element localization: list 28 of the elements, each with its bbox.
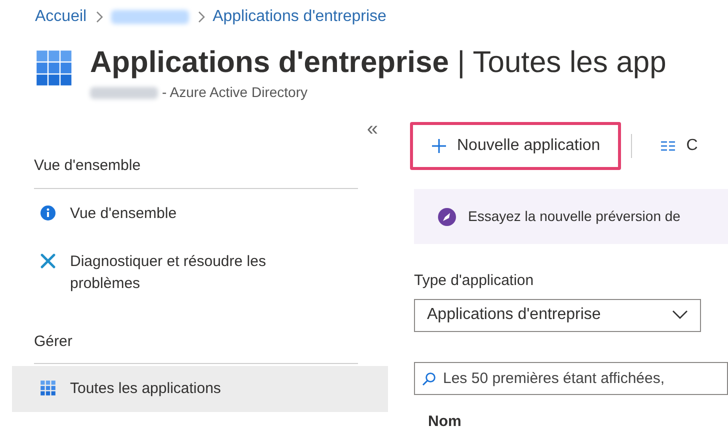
grid-icon (40, 380, 56, 396)
grid-icon (36, 50, 72, 86)
info-icon (40, 204, 56, 220)
sidebar-item[interactable]: Vue d'ensemble (12, 190, 388, 236)
breadcrumb-link[interactable]: Accueil (35, 5, 87, 29)
application-type-dropdown[interactable]: Applications d'entreprise (414, 298, 701, 332)
banner-text: Essayez la nouvelle préversion de (468, 207, 680, 226)
section-heading: Vue d'ensemble (34, 155, 358, 188)
chevron-icon (196, 11, 205, 23)
search-field[interactable]: Les 50 premières étant affichées, (414, 362, 728, 394)
search-icon (422, 372, 436, 386)
plus-icon (431, 138, 447, 154)
filter-label: Type d'application (414, 271, 535, 291)
rocket-icon (438, 208, 456, 226)
section-heading: Gérer (34, 330, 358, 364)
breadcrumb-link[interactable]: Applications d'entreprise (212, 5, 386, 29)
blurred-block (90, 86, 158, 98)
sidebar-item[interactable]: Diagnostiquer et résoudre les problèmes (12, 238, 388, 306)
collapse-button[interactable]: « (366, 119, 378, 139)
toolbar-button[interactable]: C (642, 122, 716, 170)
page-subtitle: - Azure Active Directory (162, 83, 308, 102)
tools-icon (40, 252, 56, 268)
chevron-icon (94, 11, 103, 23)
page-title: Applications d'entreprise | Toutes les app (90, 45, 666, 81)
sidebar-item[interactable]: Toutes les applications (12, 366, 388, 412)
chevron-down-icon (672, 310, 688, 320)
column-header[interactable]: Nom (428, 410, 728, 433)
toolbar-button[interactable]: Nouvelle application (410, 122, 622, 170)
